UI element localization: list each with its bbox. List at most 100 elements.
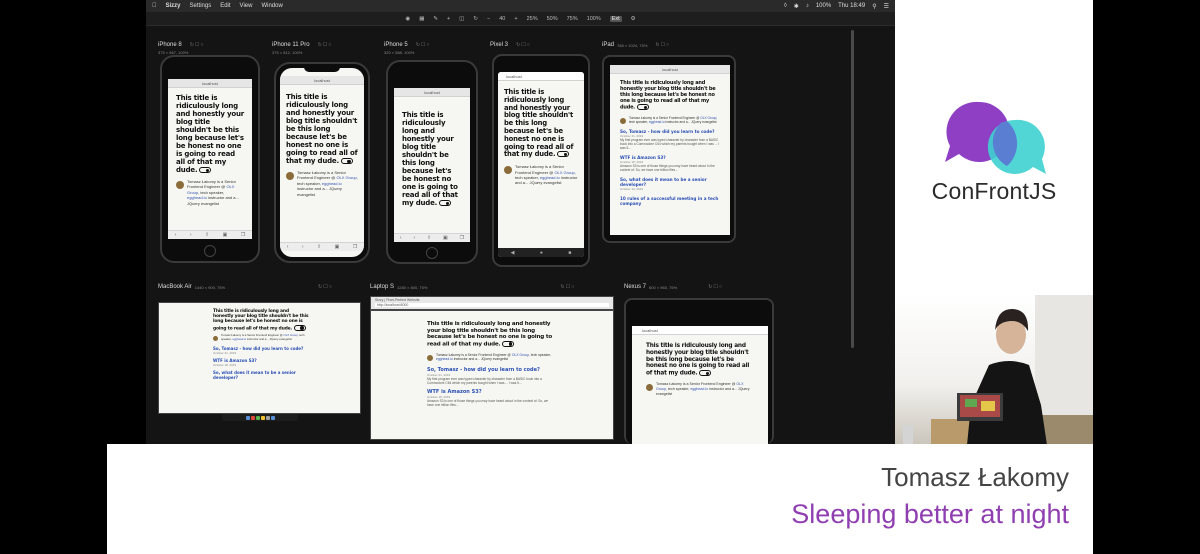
menubar-clock[interactable]: Thu 18:49 xyxy=(838,3,865,9)
dock-app-icon[interactable] xyxy=(260,415,265,420)
book-icon[interactable]: ▣ xyxy=(443,235,448,241)
post-title[interactable]: So, what does it mean to be a senior dev… xyxy=(620,177,720,187)
search-icon[interactable]: ⚲ xyxy=(872,3,876,10)
home-icon[interactable]: ● xyxy=(540,250,543,256)
forward-icon[interactable]: › xyxy=(302,244,304,250)
bio-link-egghead[interactable]: egghead.io xyxy=(540,175,560,180)
share-icon[interactable]: ⇧ xyxy=(427,235,431,241)
device-tools-icon[interactable]: ↻☐○ xyxy=(708,284,723,290)
url-bar[interactable]: localhost xyxy=(168,79,252,88)
layout-icon[interactable]: ◫ xyxy=(459,16,464,22)
macbook-air-viewport[interactable]: This title is ridiculously long and hone… xyxy=(158,302,361,414)
zoom-50[interactable]: 50% xyxy=(547,16,558,22)
menu-edit[interactable]: Edit xyxy=(220,3,230,9)
bio-link-egghead[interactable]: egghead.io xyxy=(436,357,453,361)
back-icon[interactable]: ‹ xyxy=(400,235,402,241)
theme-toggle[interactable] xyxy=(557,151,570,158)
zoom-out-button[interactable]: − xyxy=(487,16,490,22)
share-icon[interactable]: ⇧ xyxy=(205,232,209,238)
dock-app-icon[interactable] xyxy=(255,415,260,420)
refresh-icon[interactable]: ↻ xyxy=(473,16,478,22)
post-title[interactable]: So, Tomasz - how did you learn to code? xyxy=(213,346,310,351)
nexus7-viewport[interactable]: localhost This title is ridiculously lon… xyxy=(632,326,768,444)
bio-link-egghead[interactable]: egghead.io xyxy=(649,120,665,124)
url-bar[interactable]: localhost xyxy=(610,65,730,74)
theme-toggle[interactable] xyxy=(340,158,353,164)
device-tools-icon[interactable]: ↻☐○ xyxy=(190,42,205,48)
apple-icon[interactable]:  xyxy=(152,3,157,9)
tabs-icon[interactable]: ❐ xyxy=(353,244,357,250)
dock-app-icon[interactable] xyxy=(265,415,270,420)
recents-icon[interactable]: ■ xyxy=(568,250,571,256)
plus-icon[interactable]: + xyxy=(447,16,450,22)
bio-link-egghead[interactable]: egghead.io xyxy=(232,337,246,341)
settings-icon[interactable]: ⚙ xyxy=(631,16,636,22)
zoom-25[interactable]: 25% xyxy=(527,16,538,22)
laptop-s-viewport[interactable]: This title is ridiculously long and hone… xyxy=(370,310,614,440)
device-tools-icon[interactable]: ↻☐○ xyxy=(560,284,575,290)
dock-app-icon[interactable] xyxy=(245,415,250,420)
url-bar[interactable]: localhost xyxy=(394,88,470,97)
scrollbar[interactable] xyxy=(851,30,854,348)
device-tools-icon[interactable]: ↻☐○ xyxy=(318,42,333,48)
theme-toggle[interactable] xyxy=(699,370,712,377)
book-icon[interactable]: ▣ xyxy=(335,244,340,250)
wifi-icon[interactable]: ◊ xyxy=(784,3,787,9)
pixel3-viewport[interactable]: localhost This title is ridiculously lon… xyxy=(498,72,584,257)
list-icon[interactable]: ☰ xyxy=(884,3,889,10)
bio-link-company[interactable]: OLX Group xyxy=(336,175,356,180)
mode-badge[interactable]: Ext xyxy=(609,15,622,22)
back-icon[interactable]: ‹ xyxy=(175,232,177,238)
theme-toggle[interactable] xyxy=(502,340,515,347)
bio-link-egghead[interactable]: egghead.io xyxy=(187,195,207,200)
forward-icon[interactable]: › xyxy=(190,232,192,238)
device-tools-icon[interactable]: ↻☐○ xyxy=(318,284,333,290)
bio-link-company[interactable]: OLX Group xyxy=(512,353,529,357)
menu-settings[interactable]: Settings xyxy=(190,3,212,9)
camera-icon[interactable]: ◉ xyxy=(405,16,410,22)
ipad-viewport[interactable]: localhost This title is ridiculously lon… xyxy=(610,65,730,235)
url-bar[interactable]: localhost xyxy=(632,326,768,335)
theme-toggle[interactable] xyxy=(199,167,212,173)
url-bar[interactable]: localhost xyxy=(498,72,584,81)
back-icon[interactable]: ◀ xyxy=(511,250,515,256)
url-bar[interactable]: localhost xyxy=(280,76,364,85)
home-button[interactable] xyxy=(204,245,216,257)
menu-app-name[interactable]: Sizzy xyxy=(166,3,181,9)
post-title[interactable]: So, what does it mean to be a senior dev… xyxy=(213,370,310,380)
bio-link-egghead[interactable]: egghead.io xyxy=(322,181,342,186)
theme-toggle[interactable] xyxy=(637,104,650,110)
battery-percent[interactable]: 100% xyxy=(816,3,831,9)
menu-view[interactable]: View xyxy=(240,3,253,9)
bio-link-company[interactable]: OLX Group xyxy=(554,170,574,175)
back-icon[interactable]: ‹ xyxy=(287,244,289,250)
iphone11pro-viewport[interactable]: localhost This title is ridiculously lon… xyxy=(280,68,364,257)
theme-toggle[interactable] xyxy=(293,324,306,331)
book-icon[interactable]: ▣ xyxy=(223,232,228,238)
device-tools-icon[interactable]: ↻☐○ xyxy=(516,42,531,48)
dock-app-icon[interactable] xyxy=(250,415,255,420)
home-button[interactable] xyxy=(426,247,438,259)
iphone5-viewport[interactable]: localhost This title is ridiculously lon… xyxy=(394,88,470,242)
tabs-icon[interactable]: ❐ xyxy=(241,232,245,238)
zoom-100[interactable]: 100% xyxy=(587,16,601,22)
iphone8-viewport[interactable]: localhost This title is ridiculously lon… xyxy=(168,79,252,239)
post-title[interactable]: 10 rules of a successful meeting in a te… xyxy=(620,196,720,206)
menu-window[interactable]: Window xyxy=(261,3,282,9)
zoom-75[interactable]: 75% xyxy=(567,16,578,22)
volume-icon[interactable]: ♪ xyxy=(806,3,809,9)
brush-icon[interactable]: ✎ xyxy=(433,16,438,22)
browser-tab[interactable]: Sizzy | Pixel-Perfect Website xyxy=(375,298,609,302)
zoom-value[interactable]: 40 xyxy=(499,16,505,22)
device-tools-icon[interactable]: ↻☐○ xyxy=(655,42,670,48)
zoom-in-button[interactable]: + xyxy=(514,16,517,22)
address-bar[interactable]: http://localhost:8000 xyxy=(375,303,609,307)
share-icon[interactable]: ⇧ xyxy=(317,244,321,250)
device-tools-icon[interactable]: ↻☐○ xyxy=(416,42,431,48)
grid-icon[interactable]: ▦ xyxy=(419,16,424,22)
theme-toggle[interactable] xyxy=(439,200,452,206)
bluetooth-icon[interactable]: ✱ xyxy=(794,3,799,10)
bio-link-egghead[interactable]: egghead.io xyxy=(690,387,708,391)
dock-app-icon[interactable] xyxy=(270,415,275,420)
tabs-icon[interactable]: ❐ xyxy=(460,235,464,241)
